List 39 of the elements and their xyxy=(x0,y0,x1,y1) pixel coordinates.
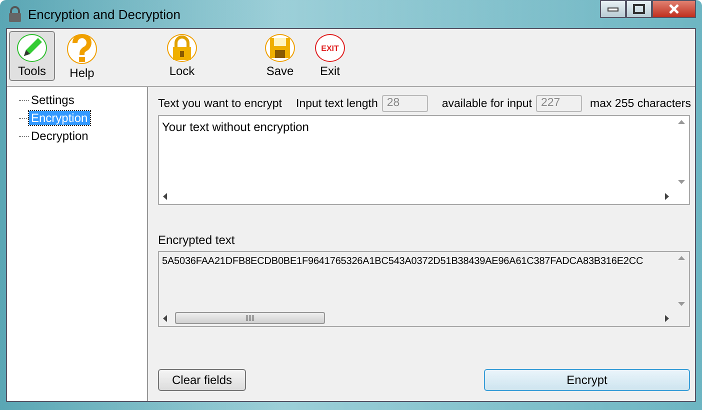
scroll-right-icon xyxy=(665,192,669,200)
question-icon xyxy=(72,35,92,63)
scroll-thumb[interactable] xyxy=(175,312,325,324)
scroll-down-icon xyxy=(678,180,684,184)
available-field: 227 xyxy=(536,95,582,112)
length-field: 28 xyxy=(382,95,428,112)
minimize-icon xyxy=(607,6,619,12)
field-label: available for input xyxy=(442,98,532,110)
padlock-icon xyxy=(8,6,22,22)
encrypted-text: 5A5036FAA21DFB8ECDB0BE1F9641765326A1BC543A0372D51B38439AE96A61C387FADCA83B316E2CC xyxy=(162,256,644,267)
close-button[interactable] xyxy=(652,0,696,18)
scroll-left-icon xyxy=(163,192,167,200)
scroll-down-icon xyxy=(678,302,684,306)
scroll-up-icon xyxy=(678,256,684,260)
toolbar-button[interactable]: Help xyxy=(59,31,105,81)
clear-button[interactable]: Clear fields xyxy=(158,369,246,391)
scroll-right-icon xyxy=(665,314,669,322)
field-label: Input text length xyxy=(296,98,378,110)
tree-item[interactable]: Settings xyxy=(29,93,76,107)
exit-icon: EXIT xyxy=(321,44,339,52)
toolbar-button[interactable]: Save xyxy=(257,31,303,81)
field-label: Encrypted text xyxy=(158,233,236,247)
scroll-up-icon xyxy=(678,120,684,124)
toolbar-button[interactable]: Tools xyxy=(9,31,55,81)
close-icon xyxy=(667,4,681,14)
padlock-icon xyxy=(171,35,193,61)
input-text: Your text without encryption xyxy=(162,120,309,134)
encrypt-button[interactable]: Encrypt xyxy=(484,369,690,391)
minimize-button[interactable] xyxy=(600,0,626,18)
tree-item[interactable]: Decryption xyxy=(29,129,90,143)
input-text-area[interactable]: Your text without encryption xyxy=(158,115,690,205)
scroll-left-icon xyxy=(163,314,167,322)
window-title: Encryption and Decryption xyxy=(28,6,180,22)
toolbar-button[interactable]: EXIT Exit xyxy=(307,31,353,81)
maximize-button[interactable] xyxy=(626,0,652,18)
toolbar-button[interactable]: Lock xyxy=(159,31,205,81)
field-label: max 255 characters xyxy=(590,98,692,110)
field-label: Text you want to encrypt xyxy=(158,98,282,110)
maximize-icon xyxy=(633,4,645,14)
